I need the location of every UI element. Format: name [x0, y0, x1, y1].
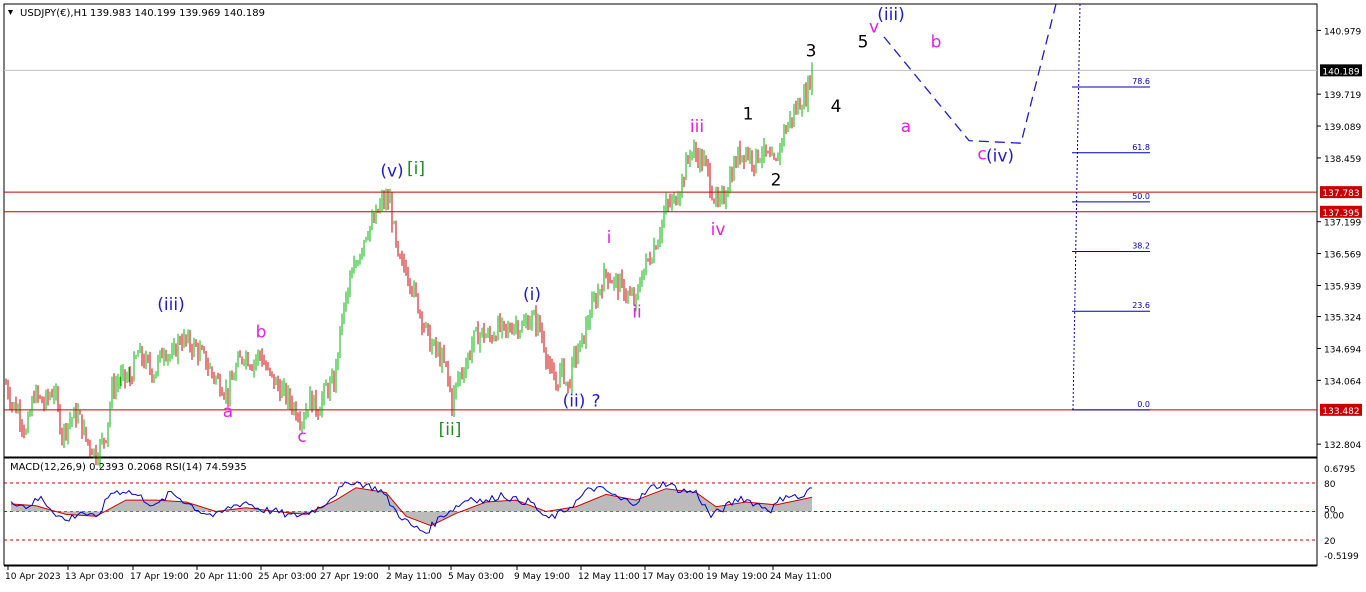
price-tick-label: 139.719	[1324, 91, 1361, 101]
wave-label: (v)	[380, 162, 403, 182]
fib-level-label: 23.6	[1132, 301, 1150, 310]
fib-level-label: 78.6	[1132, 77, 1150, 86]
price-tick-label: 140.979	[1324, 27, 1361, 37]
wave-label: i	[607, 228, 612, 248]
wave-label: a	[901, 117, 911, 137]
price-tag-label: 140.189	[1322, 67, 1359, 77]
price-tick-label: 134.694	[1324, 345, 1361, 355]
price-tag-label: 137.783	[1322, 189, 1359, 199]
indicator-tick-label: 20	[1324, 537, 1336, 547]
wave-label: 2	[771, 171, 782, 191]
fib-level-label: 50.0	[1132, 192, 1150, 201]
wave-label: iii	[690, 117, 704, 137]
price-tick-label: 135.324	[1324, 314, 1361, 324]
fib-level-label: 38.2	[1132, 242, 1150, 251]
wave-label: (ii)	[563, 391, 586, 411]
price-tick-label: 135.939	[1324, 282, 1361, 292]
price-tick-label: 138.459	[1324, 155, 1361, 165]
time-tick-label: 20 Apr 11:00	[194, 572, 253, 582]
symbol-label: USDJPY(€),H1	[20, 8, 87, 19]
wave-label: (i)	[523, 285, 541, 305]
wave-label: (iii)	[157, 295, 184, 315]
time-tick-label: 12 May 11:00	[578, 572, 640, 582]
wave-label: (iii)	[877, 5, 904, 25]
time-tick-label: 9 May 19:00	[514, 572, 570, 582]
price-tag-label: 133.482	[1322, 407, 1359, 417]
wave-label: 1	[743, 104, 754, 124]
wave-label: a	[223, 402, 233, 422]
time-tick-label: 24 May 11:00	[770, 572, 832, 582]
wave-label: ii	[632, 302, 641, 322]
chart-window: 78.6 61.8 50.0 38.2 23.6 0.0 (iii) a b c (v) [i] [i…	[0, 0, 1366, 588]
wave-label: [ii]	[439, 420, 462, 440]
time-tick-label: 17 Apr 19:00	[130, 572, 189, 582]
indicator-tick-label: 0.6795	[1324, 465, 1356, 475]
indicator-tick-label: 80	[1324, 480, 1336, 490]
time-tick-label: 25 Apr 03:00	[258, 572, 317, 582]
time-tick-label: 27 Apr 19:00	[320, 572, 379, 582]
fib-level-label: 61.8	[1132, 143, 1150, 152]
price-tick-label: 132.804	[1324, 441, 1361, 451]
wave-label: iv	[711, 220, 726, 240]
wave-label: ?	[591, 391, 600, 411]
indicator-header: MACD(12,26,9) 0.2393 0.2068 RSI(14) 74.5…	[10, 462, 247, 473]
price-tick-label: 134.064	[1324, 377, 1361, 387]
wave-label: 5	[858, 33, 869, 53]
wave-label: (iv)	[986, 146, 1014, 166]
indicator-tick-label: -0.5199	[1324, 552, 1359, 562]
chart-canvas: 78.6 61.8 50.0 38.2 23.6 0.0 (iii) a b c (v) [i] [i…	[3, 3, 1362, 582]
wave-label: [i]	[407, 159, 425, 179]
wave-label: 3	[806, 42, 817, 62]
wave-label: b	[256, 323, 267, 343]
time-tick-label: 17 May 03:00	[642, 572, 704, 582]
time-tick-label: 2 May 11:00	[386, 572, 442, 582]
price-tick-label: 136.569	[1324, 251, 1361, 261]
price-tick-label: 137.199	[1324, 219, 1361, 229]
price-tick-label: 139.089	[1324, 123, 1361, 133]
indicator-tick-label: 0.00	[1324, 511, 1344, 521]
ohlc-values: 139.983 140.199 139.969 140.189	[90, 8, 265, 19]
time-tick-label: 5 May 03:00	[448, 572, 504, 582]
time-tick-label: 13 Apr 03:00	[65, 572, 124, 582]
fib-level-label: 0.0	[1137, 400, 1150, 409]
price-tag-label: 137.395	[1322, 209, 1359, 219]
time-tick-label: 10 Apr 2023	[5, 572, 61, 582]
wave-label: c	[297, 427, 306, 447]
wave-label: 4	[831, 97, 842, 117]
wave-label: b	[931, 33, 942, 53]
time-tick-label: 19 May 19:00	[706, 572, 768, 582]
